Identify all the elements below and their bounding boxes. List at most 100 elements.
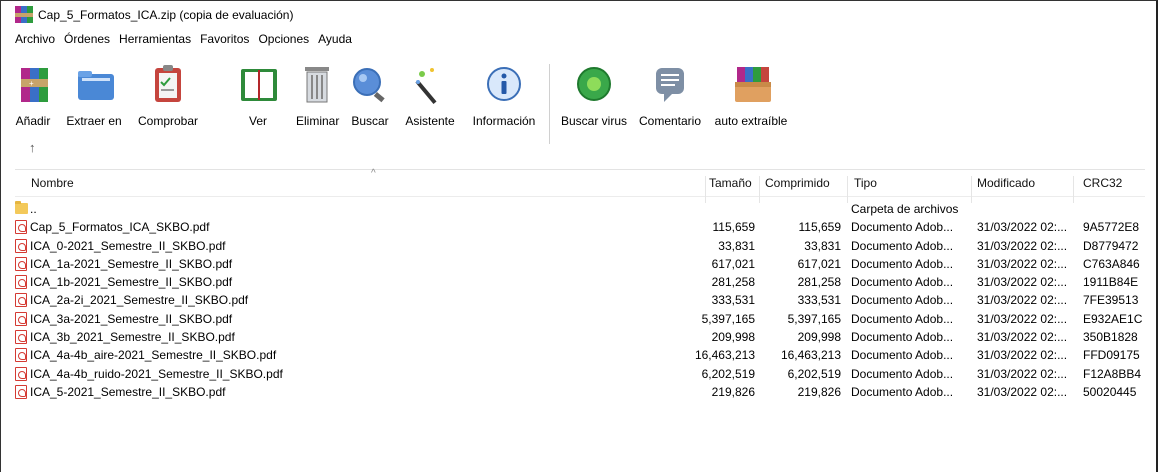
sfx-button[interactable]: auto extraíble xyxy=(711,58,791,128)
extract-folder-icon xyxy=(74,62,114,106)
view-book-icon xyxy=(238,62,278,106)
file-modified: 31/03/2022 02:... xyxy=(977,275,1068,290)
col-header-packed[interactable]: Comprimido xyxy=(765,176,830,190)
file-packed: 33,831 xyxy=(804,238,841,253)
parent-type: Carpeta de archivos xyxy=(851,202,959,216)
menu-ayuda[interactable]: Ayuda xyxy=(318,32,352,52)
virus-scan-icon xyxy=(574,62,614,106)
file-list-header: Nombre ^ Tamaño Comprimido Tipo Modifica… xyxy=(15,168,1145,203)
file-crc: 350B1828 xyxy=(1083,330,1138,345)
file-name: ICA_1a-2021_Semestre_II_SKBO.pdf xyxy=(30,256,233,271)
pdf-file-icon xyxy=(15,256,27,271)
file-packed: 115,659 xyxy=(798,220,842,235)
view-button[interactable]: Ver xyxy=(237,58,279,128)
file-row[interactable]: ICA_3a-2021_Semestre_II_SKBO.pdf 5,397,16… xyxy=(15,310,1145,328)
file-row[interactable]: ICA_0-2021_Semestre_II_SKBO.pdf 33,831 33,… xyxy=(15,237,1145,255)
file-type: Documento Adob... xyxy=(851,256,954,271)
pdf-file-icon xyxy=(15,275,27,290)
virus-scan-button[interactable]: Buscar virus xyxy=(559,58,629,128)
file-size: 617,021 xyxy=(711,256,755,271)
file-modified: 31/03/2022 02:... xyxy=(977,238,1068,253)
delete-label: Eliminar xyxy=(296,114,340,128)
test-label: Comprobar xyxy=(138,114,199,128)
wizard-button[interactable]: Asistente xyxy=(404,58,456,128)
comment-label: Comentario xyxy=(638,114,702,128)
file-size: 6,202,519 xyxy=(701,366,755,381)
file-modified: 31/03/2022 02:... xyxy=(977,293,1068,308)
pdf-file-icon xyxy=(15,366,27,381)
wizard-label: Asistente xyxy=(405,114,455,128)
file-row[interactable]: ICA_5-2021_Semestre_II_SKBO.pdf 219,826 21… xyxy=(15,383,1145,401)
file-row[interactable]: ICA_3b_2021_Semestre_II_SKBO.pdf 209,998 2… xyxy=(15,328,1145,346)
file-packed: 281,258 xyxy=(797,275,841,290)
file-type: Documento Adob... xyxy=(851,348,954,363)
find-label: Buscar xyxy=(351,114,389,128)
col-header-size[interactable]: Tamaño xyxy=(709,176,752,190)
file-type: Documento Adob... xyxy=(851,220,954,235)
file-crc: D8779472 xyxy=(1083,238,1139,253)
file-packed: 219,826 xyxy=(797,384,841,399)
file-crc: FFD09175 xyxy=(1083,348,1140,363)
col-header-type[interactable]: Tipo xyxy=(854,176,877,190)
menu-ordenes[interactable]: Órdenes xyxy=(64,32,110,52)
comment-button[interactable]: Comentario xyxy=(637,58,703,128)
test-button[interactable]: Comprobar xyxy=(138,58,198,128)
file-modified: 31/03/2022 02:... xyxy=(977,366,1068,381)
parent-name: .. xyxy=(30,202,37,216)
file-row[interactable]: ICA_1b-2021_Semestre_II_SKBO.pdf 281,258 2… xyxy=(15,273,1145,291)
up-one-level-arrow-icon[interactable]: ↑ xyxy=(29,140,36,155)
col-header-crc[interactable]: CRC32 xyxy=(1083,176,1122,190)
add-button[interactable]: + Añadir xyxy=(15,58,51,128)
file-crc: 9A5772E8 xyxy=(1083,220,1140,235)
info-icon xyxy=(484,62,524,106)
file-modified: 31/03/2022 02:... xyxy=(977,256,1068,271)
file-type: Documento Adob... xyxy=(851,275,954,290)
menu-opciones[interactable]: Opciones xyxy=(258,32,309,52)
info-button[interactable]: Información xyxy=(469,58,539,128)
file-modified: 31/03/2022 02:... xyxy=(977,348,1068,363)
app-window: Cap_5_Formatos_ICA.zip (copia de evaluac… xyxy=(0,0,1158,472)
file-size: 281,258 xyxy=(711,275,755,290)
file-name: ICA_0-2021_Semestre_II_SKBO.pdf xyxy=(30,238,226,253)
wizard-wand-icon xyxy=(410,62,450,106)
file-crc: C763A846 xyxy=(1083,256,1140,271)
file-name: ICA_2a-2i_2021_Semestre_II_SKBO.pdf xyxy=(30,293,249,308)
parent-folder-row[interactable]: .. Carpeta de archivos xyxy=(15,200,1145,218)
delete-button[interactable]: Eliminar xyxy=(296,58,340,128)
test-clipboard-icon xyxy=(148,62,188,106)
file-type: Documento Adob... xyxy=(851,293,954,308)
file-type: Documento Adob... xyxy=(851,384,954,399)
extract-to-button[interactable]: Extraer en xyxy=(66,58,122,128)
file-modified: 31/03/2022 02:... xyxy=(977,220,1068,235)
col-header-modified[interactable]: Modificado xyxy=(977,176,1035,190)
file-size: 115,659 xyxy=(712,220,756,235)
file-crc: F12A8BB4 xyxy=(1083,366,1142,381)
file-row[interactable]: ICA_2a-2i_2021_Semestre_II_SKBO.pdf 333,5… xyxy=(15,291,1145,309)
file-size: 33,831 xyxy=(718,238,755,253)
file-row[interactable]: ICA_4a-4b_aire-2021_Semestre_II_SKBO.pdf… xyxy=(15,346,1145,364)
toolbar: + Añadir Extraer en Comprobar Ver Elimin… xyxy=(15,58,1145,158)
pdf-file-icon xyxy=(15,220,27,235)
comment-icon xyxy=(650,62,690,106)
file-packed: 5,397,165 xyxy=(787,311,841,326)
virus-scan-label: Buscar virus xyxy=(560,114,628,128)
find-button[interactable]: Buscar xyxy=(350,58,390,128)
menu-archivo[interactable]: Archivo xyxy=(15,32,55,52)
file-row[interactable]: ICA_4a-4b_ruido-2021_Semestre_II_SKBO.pd… xyxy=(15,365,1145,383)
file-row[interactable]: ICA_1a-2021_Semestre_II_SKBO.pdf 617,021 6… xyxy=(15,255,1145,273)
menu-favoritos[interactable]: Favoritos xyxy=(200,32,249,52)
col-header-name[interactable]: Nombre xyxy=(31,176,74,190)
file-type: Documento Adob... xyxy=(851,330,954,345)
file-packed: 16,463,213 xyxy=(780,348,841,363)
file-row[interactable]: Cap_5_Formatos_ICA_SKBO.pdf 115,659 115,65… xyxy=(15,218,1145,236)
menu-herramientas[interactable]: Herramientas xyxy=(119,32,191,52)
file-modified: 31/03/2022 02:... xyxy=(977,311,1068,326)
view-label: Ver xyxy=(248,114,267,128)
title-bar: Cap_5_Formatos_ICA.zip (copia de evaluac… xyxy=(15,1,293,28)
sort-caret-icon: ^ xyxy=(371,168,376,179)
file-size: 209,998 xyxy=(711,330,755,345)
file-crc: E932AE1C xyxy=(1083,311,1143,326)
file-name: ICA_4a-4b_aire-2021_Semestre_II_SKBO.pdf xyxy=(30,348,277,363)
file-name: ICA_3b_2021_Semestre_II_SKBO.pdf xyxy=(30,330,235,345)
file-modified: 31/03/2022 02:... xyxy=(977,384,1068,399)
